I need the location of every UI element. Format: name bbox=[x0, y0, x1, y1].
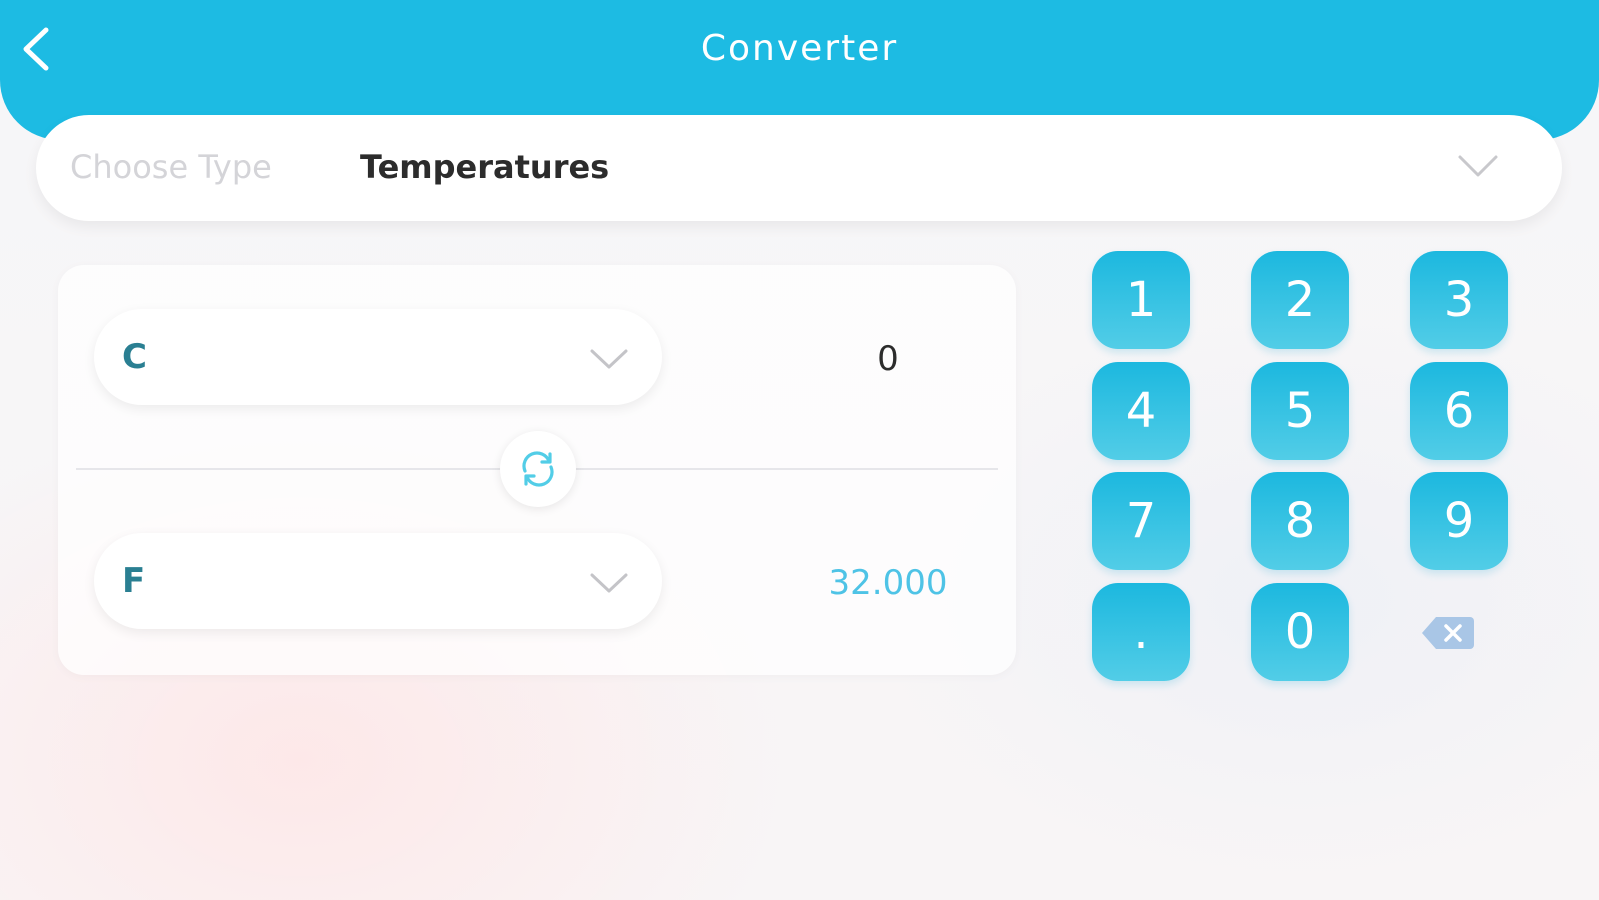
key-5[interactable]: 5 bbox=[1251, 362, 1349, 460]
converter-card: C 0 F 32.000 bbox=[58, 265, 1016, 675]
to-unit-select[interactable]: F bbox=[94, 533, 662, 629]
key-6[interactable]: 6 bbox=[1410, 362, 1508, 460]
key-7[interactable]: 7 bbox=[1092, 472, 1190, 570]
page-title: Converter bbox=[700, 28, 899, 69]
refresh-icon bbox=[522, 451, 554, 487]
key-4[interactable]: 4 bbox=[1092, 362, 1190, 460]
backspace-button[interactable] bbox=[1408, 597, 1488, 667]
key-8[interactable]: 8 bbox=[1251, 472, 1349, 570]
to-unit-label: F bbox=[122, 561, 146, 601]
swap-units-button[interactable] bbox=[500, 431, 576, 507]
chevron-down-icon bbox=[590, 349, 628, 369]
key-decimal[interactable]: . bbox=[1092, 583, 1190, 681]
key-0[interactable]: 0 bbox=[1251, 583, 1349, 681]
chevron-down-icon bbox=[590, 573, 628, 593]
key-9[interactable]: 9 bbox=[1410, 472, 1508, 570]
type-selector-value: Temperatures bbox=[360, 148, 610, 186]
type-selector[interactable]: Choose Type Temperatures bbox=[36, 115, 1562, 221]
key-3[interactable]: 3 bbox=[1410, 251, 1508, 349]
backspace-icon bbox=[1422, 617, 1474, 649]
from-unit-select[interactable]: C bbox=[94, 309, 662, 405]
key-1[interactable]: 1 bbox=[1092, 251, 1190, 349]
chevron-down-icon bbox=[1458, 155, 1498, 177]
to-value: 32.000 bbox=[828, 563, 948, 603]
from-unit-label: C bbox=[122, 337, 147, 377]
key-2[interactable]: 2 bbox=[1251, 251, 1349, 349]
from-value[interactable]: 0 bbox=[698, 339, 1078, 379]
type-selector-label: Choose Type bbox=[70, 148, 272, 186]
